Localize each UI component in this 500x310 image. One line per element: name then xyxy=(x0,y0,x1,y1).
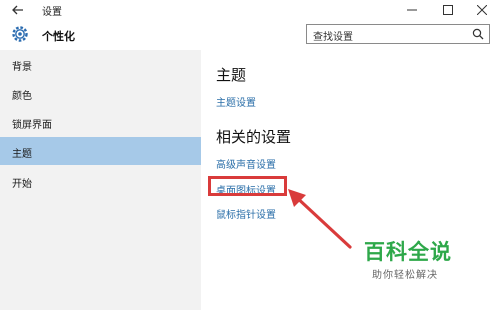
highlight-box xyxy=(208,176,287,196)
annotation-arrow-icon xyxy=(288,189,352,249)
page-header: 个性化 查找设置 xyxy=(0,20,500,50)
sidebar: 背景 颜色 锁屏界面 主题 开始 xyxy=(0,50,201,310)
search-input[interactable]: 查找设置 xyxy=(306,24,490,44)
minimize-icon xyxy=(407,9,417,11)
settings-window: 设置 个性化 查找设置 背景 颜色 锁屏界面 主题 开始 主题 主题设置 相关的… xyxy=(0,0,500,310)
advanced-sound-settings-link[interactable]: 高级声音设置 xyxy=(216,156,276,171)
search-icon[interactable] xyxy=(472,28,484,40)
sidebar-item-label: 开始 xyxy=(12,179,32,190)
back-button[interactable] xyxy=(10,2,26,18)
sidebar-item-colors[interactable]: 颜色 xyxy=(0,79,201,107)
sidebar-item-start[interactable]: 开始 xyxy=(0,167,201,195)
watermark-title: 百科全说 xyxy=(364,240,452,264)
sidebar-item-background[interactable]: 背景 xyxy=(0,50,201,78)
title-bar: 设置 xyxy=(0,0,500,20)
sidebar-item-label: 锁屏界面 xyxy=(12,120,52,131)
close-icon xyxy=(477,5,487,15)
sidebar-item-label: 背景 xyxy=(12,62,32,73)
window-title: 设置 xyxy=(42,7,62,18)
page-title: 个性化 xyxy=(42,30,75,43)
sidebar-item-lock-screen[interactable]: 锁屏界面 xyxy=(0,108,201,136)
watermark-subtitle: 助你轻松解决 xyxy=(372,270,438,281)
gear-icon xyxy=(10,24,30,44)
maximize-button[interactable] xyxy=(430,0,466,20)
sidebar-item-themes[interactable]: 主题 xyxy=(0,137,201,165)
theme-heading: 主题 xyxy=(216,66,247,84)
minimize-button[interactable] xyxy=(394,0,430,20)
sidebar-item-label: 主题 xyxy=(12,149,32,160)
related-settings-heading: 相关的设置 xyxy=(216,128,292,146)
search-placeholder: 查找设置 xyxy=(313,32,353,43)
theme-settings-link[interactable]: 主题设置 xyxy=(216,94,256,109)
maximize-icon xyxy=(443,5,453,15)
close-button[interactable] xyxy=(464,0,500,20)
sidebar-item-label: 颜色 xyxy=(12,91,32,102)
mouse-pointer-settings-link[interactable]: 鼠标指针设置 xyxy=(216,206,276,221)
back-arrow-icon xyxy=(12,5,23,15)
